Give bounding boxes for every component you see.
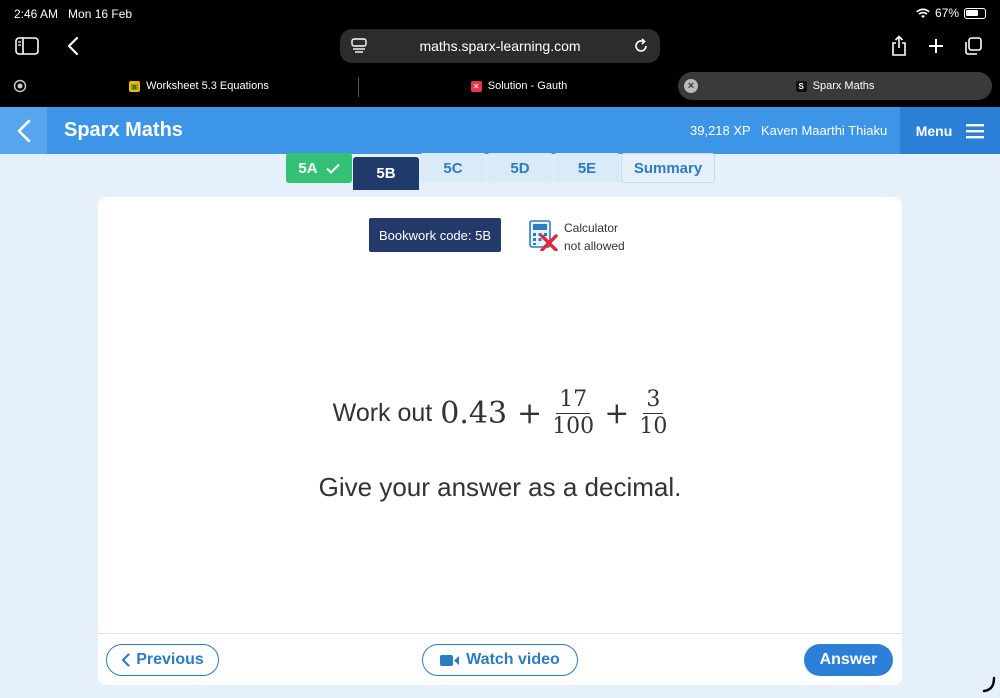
wifi-icon xyxy=(916,8,930,18)
tab-5e-label: 5E xyxy=(577,159,597,177)
address-bar[interactable]: maths.sparx-learning.com xyxy=(340,29,660,63)
previous-label: Previous xyxy=(136,651,204,668)
app-header: Sparx Maths 39,218 XP Kaven Maarthi Thia… xyxy=(0,107,1000,154)
answer-label: Answer xyxy=(819,651,878,668)
question-prompt: Work out xyxy=(332,399,433,427)
fraction-1-numerator: 17 xyxy=(556,387,591,414)
calculator-line1: Calculator xyxy=(564,221,619,235)
tab-label: Worksheet 5.3 Equations xyxy=(146,80,269,92)
tab-label: Solution - Gauth xyxy=(487,80,568,92)
new-tab-icon[interactable] xyxy=(919,29,953,63)
fraction-1: 17 100 xyxy=(552,387,594,440)
math-expression: 0.43 + 17 100 + 3 10 xyxy=(440,387,667,440)
tab-5a-label: 5A xyxy=(298,159,318,177)
back-icon[interactable] xyxy=(56,29,90,63)
xp-count: 39,218 XP xyxy=(690,123,751,138)
status-bar: 2:46 AM Mon 16 Feb 67% xyxy=(0,0,1000,27)
chevron-left-icon xyxy=(17,119,30,142)
fraction-2-numerator: 3 xyxy=(643,387,664,414)
tab-5d[interactable]: 5D xyxy=(487,153,553,183)
reader-icon[interactable] xyxy=(350,37,368,55)
question-text: Work out 0.43 + 17 100 + 3 10 xyxy=(98,387,902,440)
tab-separator xyxy=(358,77,359,97)
fraction-2-denominator: 10 xyxy=(639,414,668,439)
tab-5b[interactable]: 5B xyxy=(353,157,419,190)
plus-sign: + xyxy=(517,396,543,431)
tab-summary[interactable]: Summary xyxy=(621,153,715,183)
tab-label: Sparx Maths xyxy=(812,80,875,92)
browser-toolbar: maths.sparx-learning.com xyxy=(0,27,1000,67)
decimal-term: 0.43 xyxy=(440,396,508,431)
tab-overview-icon[interactable] xyxy=(956,29,990,63)
menu-button[interactable]: Menu xyxy=(900,107,1000,154)
tab-summary-label: Summary xyxy=(633,159,703,177)
sparx-icon: S xyxy=(795,80,807,92)
tab-5d-label: 5D xyxy=(510,159,530,177)
tab-5c-label: 5C xyxy=(443,159,463,177)
plus-sign: + xyxy=(604,396,630,431)
app-back-button[interactable] xyxy=(0,107,47,154)
bookwork-code: Bookwork code: 5B xyxy=(369,218,502,252)
tab-5e[interactable]: 5E xyxy=(554,153,620,183)
tab-5b-label: 5B xyxy=(376,165,396,182)
question-card: Bookwork code: 5B Calculator not allowed… xyxy=(98,197,902,685)
watch-video-label: Watch video xyxy=(466,651,560,668)
url-text: maths.sparx-learning.com xyxy=(419,38,581,54)
video-camera-icon xyxy=(440,654,460,666)
tab-worksheet[interactable]: ▣ Worksheet 5.3 Equations xyxy=(40,72,358,100)
user-name[interactable]: Kaven Maarthi Thiaku xyxy=(761,123,887,138)
tab-gauth[interactable]: ✕ Solution - Gauth xyxy=(360,72,678,100)
fraction-1-denominator: 100 xyxy=(552,414,595,439)
fraction-2: 3 10 xyxy=(639,387,667,440)
share-icon[interactable] xyxy=(882,29,916,63)
status-time: 2:46 AM Mon 16 Feb xyxy=(14,7,132,21)
tab-group-icon[interactable] xyxy=(6,72,34,100)
watch-video-button[interactable]: Watch video xyxy=(422,644,578,676)
date-text: Mon 16 Feb xyxy=(68,7,133,21)
time-text: 2:46 AM xyxy=(14,7,59,21)
calculator-line2: not allowed xyxy=(564,239,625,253)
chevron-left-icon xyxy=(122,653,130,667)
brand-title: Sparx Maths xyxy=(64,119,183,141)
check-icon xyxy=(325,163,340,174)
battery-icon xyxy=(964,7,986,19)
classroom-icon: ▣ xyxy=(129,80,141,92)
question-instruction: Give your answer as a decimal. xyxy=(318,472,682,502)
corner-indicator-icon xyxy=(982,676,996,693)
gauth-icon: ✕ xyxy=(470,80,482,92)
menu-label: Menu xyxy=(915,122,953,139)
battery-percent: 67% xyxy=(934,6,959,20)
tab-bar: ▣ Worksheet 5.3 Equations ✕ Solution - G… xyxy=(0,67,1000,107)
footer-divider xyxy=(98,633,902,634)
tab-5a[interactable]: 5A xyxy=(286,153,352,183)
calculator-status: Calculator not allowed xyxy=(564,219,625,255)
close-tab-icon[interactable]: × xyxy=(684,79,698,93)
tab-5c[interactable]: 5C xyxy=(420,153,486,183)
calculator-not-allowed-icon xyxy=(529,220,558,251)
previous-button[interactable]: Previous xyxy=(106,644,219,676)
answer-button[interactable]: Answer xyxy=(804,644,893,676)
reload-icon[interactable] xyxy=(632,37,650,55)
sidebar-toggle-icon[interactable] xyxy=(10,29,44,63)
tab-sparx[interactable]: × S Sparx Maths xyxy=(678,72,992,100)
hamburger-icon xyxy=(966,123,985,138)
